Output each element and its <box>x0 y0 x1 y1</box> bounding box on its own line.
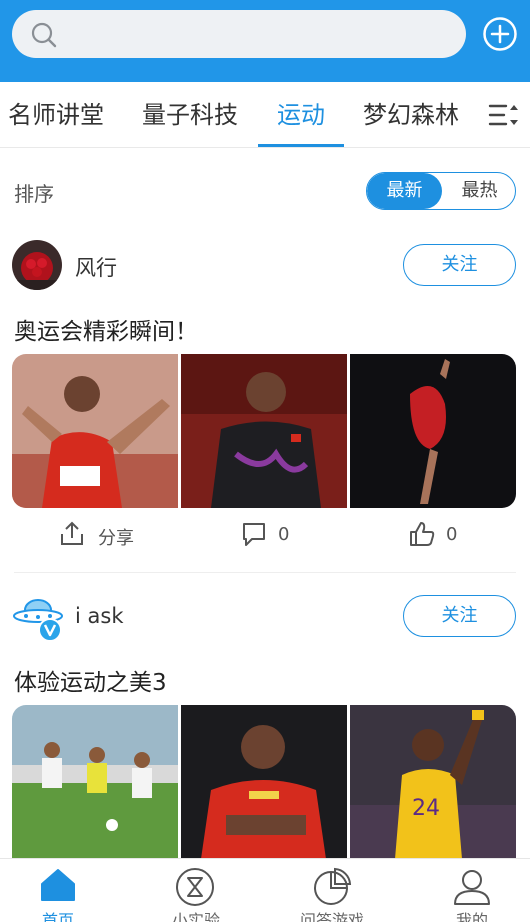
comment-count: 0 <box>278 524 290 545</box>
avatar[interactable] <box>12 592 66 642</box>
sort-hottest-button[interactable]: 最热 <box>442 173 515 209</box>
nav-quiz-game-label: 问答游戏 <box>299 911 364 922</box>
basketball-player-photo[interactable]: 24 <box>350 705 516 858</box>
post-divider <box>14 572 516 573</box>
avatar[interactable] <box>12 240 62 290</box>
tab-sports[interactable]: 运动 <box>277 98 325 132</box>
nav-experiment-label: 小实验 <box>171 911 220 922</box>
share-label: 分享 <box>98 528 134 549</box>
tab-famous-teacher[interactable]: 名师讲堂 <box>8 98 104 132</box>
comment-button[interactable]: 0 <box>240 520 300 548</box>
sort-menu-icon[interactable] <box>486 98 520 132</box>
athlete-china-photo[interactable] <box>181 705 347 858</box>
active-tab-indicator <box>258 144 344 147</box>
search-icon <box>31 22 57 48</box>
sort-toggle: 最新 最热 <box>366 172 516 210</box>
follow-button[interactable]: 关注 <box>403 595 516 637</box>
bottom-navigation: 首页 小实验 问答游戏 我的 <box>0 858 530 922</box>
top-header <box>0 0 530 82</box>
post-image-grid[interactable] <box>12 354 516 508</box>
sort-label: 排序 <box>14 182 54 206</box>
soccer-kids-photo[interactable] <box>12 705 178 858</box>
sort-newest-button[interactable]: 最新 <box>367 173 442 209</box>
ufo-avatar-icon <box>13 599 63 642</box>
thumbs-up-icon <box>410 522 435 546</box>
pie-chart-icon <box>314 867 352 905</box>
comment-icon <box>243 523 265 546</box>
nav-quiz-game[interactable]: 问答游戏 <box>266 859 398 922</box>
nav-home-label: 首页 <box>41 911 74 922</box>
category-tabs: 名师讲堂 量子科技 运动 梦幻森林 <box>0 82 530 148</box>
table-tennis-photo[interactable] <box>181 354 347 508</box>
nav-profile-label: 我的 <box>455 911 488 922</box>
hourglass-icon <box>176 868 214 906</box>
share-icon <box>61 521 83 545</box>
svg-text:24: 24 <box>412 796 440 821</box>
search-bar[interactable] <box>12 10 466 58</box>
post-title[interactable]: 奥运会精彩瞬间！ <box>14 312 198 346</box>
nav-experiment[interactable]: 小实验 <box>130 859 262 922</box>
user-icon <box>454 870 490 905</box>
tab-fantasy-forest[interactable]: 梦幻森林 <box>363 98 459 132</box>
add-icon[interactable] <box>482 16 518 52</box>
post-author[interactable]: 风行 <box>75 252 117 282</box>
diver-photo[interactable] <box>350 354 516 508</box>
nav-home[interactable]: 首页 <box>0 859 132 922</box>
post-title[interactable]: 体验运动之美3 <box>14 663 167 697</box>
post-image-grid[interactable]: 24 <box>12 705 516 858</box>
post-author[interactable]: i ask <box>75 604 123 628</box>
tab-quantum-tech[interactable]: 量子科技 <box>142 98 238 132</box>
like-button[interactable]: 0 <box>408 520 468 548</box>
home-icon <box>41 869 75 901</box>
follow-button[interactable]: 关注 <box>403 244 516 286</box>
sprinter-photo[interactable] <box>12 354 178 508</box>
flower-bouquet-avatar <box>12 240 62 290</box>
nav-profile[interactable]: 我的 <box>404 859 530 922</box>
share-button[interactable]: 分享 <box>58 520 168 549</box>
like-count: 0 <box>446 524 458 545</box>
